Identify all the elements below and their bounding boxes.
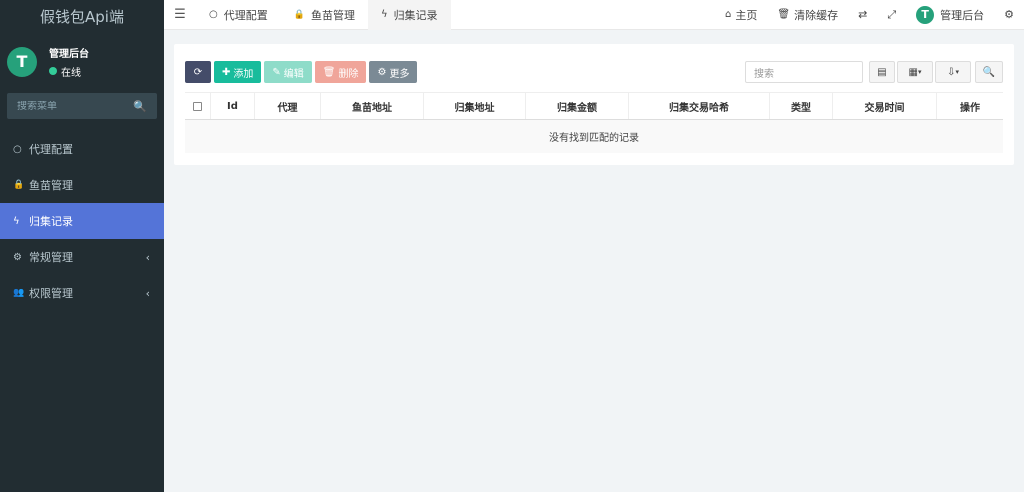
- lock-icon: 🔒: [13, 180, 25, 190]
- sidebar-menu: ○ 代理配置 🔒 鱼苗管理 ϟ 归集记录 ⚙ 常规管理 ‹ 👥 权限管理 ‹: [0, 131, 164, 311]
- clear-cache-label: 清除缓存: [794, 8, 839, 22]
- column-header[interactable]: Id: [211, 93, 255, 119]
- select-all-checkbox[interactable]: [193, 101, 202, 111]
- header-right: ⌂ 主页 🗑 清除缓存 ⇄ ⤢ T 管理后台 ⚙: [715, 0, 1024, 30]
- tab-fish-management[interactable]: 🔒 鱼苗管理: [281, 0, 368, 30]
- tab-proxy-config[interactable]: ○ 代理配置: [196, 0, 281, 30]
- top-header: ☰ ○ 代理配置 🔒 鱼苗管理 ϟ 归集记录 ⌂ 主页 🗑 清除缓存 ⇄ ⤢ T…: [164, 0, 1024, 30]
- tab-collection-records[interactable]: ϟ 归集记录: [367, 0, 451, 30]
- fullscreen-icon: ⤢: [887, 7, 897, 21]
- sidebar-item-fish-management[interactable]: 🔒 鱼苗管理: [0, 167, 164, 203]
- plus-icon: ✚: [222, 66, 231, 78]
- cogs-icon: ⚙: [1004, 8, 1014, 21]
- delete-label: 删除: [338, 68, 359, 80]
- empty-message: 没有找到匹配的记录: [185, 120, 1003, 153]
- translate-button[interactable]: ⇄: [848, 0, 877, 30]
- hamburger-icon[interactable]: ☰: [164, 7, 196, 22]
- edit-label: 编辑: [283, 68, 304, 80]
- table-search-input[interactable]: 搜索: [745, 61, 863, 83]
- search-icon: 🔍: [982, 66, 996, 78]
- tab-label: 归集记录: [393, 8, 438, 22]
- delete-button[interactable]: 🗑 删除: [314, 61, 367, 83]
- column-header[interactable]: 归集交易哈希: [629, 93, 770, 119]
- add-button[interactable]: ✚ 添加: [214, 61, 262, 83]
- home-link[interactable]: ⌂ 主页: [715, 0, 767, 30]
- records-table: Id 代理 鱼苗地址 归集地址 归集金额 归集交易哈希 类型 交易时间 操作 没…: [185, 92, 1003, 153]
- status-dot-icon: [49, 67, 57, 75]
- clear-cache-button[interactable]: 🗑 清除缓存: [767, 0, 848, 30]
- sidebar-item-label: 鱼苗管理: [29, 179, 73, 192]
- more-label: 更多: [389, 68, 410, 80]
- column-header[interactable]: 归集地址: [424, 93, 526, 119]
- search-toggle-button[interactable]: 🔍: [975, 61, 1003, 83]
- more-button[interactable]: ⚙ 更多: [369, 61, 418, 83]
- tab-label: 代理配置: [223, 8, 268, 22]
- toggle-view-button[interactable]: ▤: [869, 61, 895, 83]
- table-view-icon: ▤: [877, 66, 887, 78]
- admin-label: 管理后台: [940, 8, 985, 22]
- users-icon: 👥: [13, 288, 25, 298]
- circle-icon: ○: [209, 9, 218, 20]
- home-icon: ⌂: [725, 9, 732, 20]
- sidebar-item-proxy-config[interactable]: ○ 代理配置: [0, 131, 164, 167]
- sidebar-item-label: 常规管理: [29, 251, 73, 264]
- sidebar-item-collection-records[interactable]: ϟ 归集记录: [0, 203, 164, 239]
- chevron-left-icon: ‹: [145, 250, 150, 264]
- table-header: Id 代理 鱼苗地址 归集地址 归集金额 归集交易哈希 类型 交易时间 操作: [185, 92, 1003, 120]
- content-panel: ⟳ ✚ 添加 ✎ 编辑 🗑 删除 ⚙ 更多 搜索 ▤ ▦ ▾ ⇩ ▾ 🔍 Id …: [174, 44, 1014, 165]
- sidebar: 假钱包Api端 T 管理后台 在线 🔍 ○ 代理配置 🔒 鱼苗管理 ϟ 归集记录…: [0, 0, 164, 492]
- translate-icon: ⇄: [858, 8, 868, 21]
- select-all-cell: [185, 93, 211, 119]
- cog-icon: ⚙: [377, 66, 387, 78]
- refresh-button[interactable]: ⟳: [185, 61, 211, 83]
- avatar: T: [7, 46, 37, 77]
- caret-down-icon: ▾: [917, 68, 922, 76]
- sidebar-item-label: 权限管理: [29, 287, 73, 300]
- cogs-icon: ⚙: [13, 251, 22, 263]
- fullscreen-button[interactable]: ⤢: [877, 0, 906, 30]
- export-button[interactable]: ⇩ ▾: [935, 61, 971, 83]
- lock-icon: 🔒: [293, 9, 305, 20]
- pencil-icon: ✎: [272, 66, 281, 78]
- column-header[interactable]: 类型: [770, 93, 833, 119]
- admin-user-menu[interactable]: T 管理后台: [906, 0, 994, 30]
- settings-button[interactable]: ⚙: [994, 0, 1024, 30]
- circle-icon: ○: [13, 143, 22, 155]
- trash-icon: 🗑: [777, 9, 791, 20]
- sidebar-item-general-management[interactable]: ⚙ 常规管理 ‹: [0, 239, 164, 275]
- sidebar-search-input[interactable]: [17, 100, 127, 112]
- avatar: T: [916, 5, 935, 24]
- sidebar-search: 🔍: [7, 93, 157, 119]
- edit-button[interactable]: ✎ 编辑: [264, 61, 312, 83]
- export-icon: ⇩: [947, 66, 956, 78]
- tab-label: 鱼苗管理: [310, 8, 355, 22]
- brand-title[interactable]: 假钱包Api端: [0, 0, 164, 33]
- user-status: 在线: [49, 64, 89, 79]
- search-icon[interactable]: 🔍: [133, 100, 147, 113]
- sidebar-item-label: 归集记录: [29, 215, 73, 228]
- trash-icon: 🗑: [322, 66, 336, 78]
- column-header[interactable]: 交易时间: [833, 93, 937, 119]
- column-header[interactable]: 鱼苗地址: [321, 93, 424, 119]
- status-text: 在线: [61, 67, 81, 79]
- column-header[interactable]: 操作: [937, 93, 1003, 119]
- grid-icon: ▦: [908, 66, 918, 78]
- column-header[interactable]: 归集金额: [526, 93, 629, 119]
- column-header[interactable]: 代理: [255, 93, 321, 119]
- toolbar-right: 搜索 ▤ ▦ ▾ ⇩ ▾ 🔍: [745, 61, 1003, 83]
- toolbar: ⟳ ✚ 添加 ✎ 编辑 🗑 删除 ⚙ 更多: [185, 61, 420, 83]
- chevron-left-icon: ‹: [145, 286, 150, 300]
- sidebar-item-permission-management[interactable]: 👥 权限管理 ‹: [0, 275, 164, 311]
- columns-button[interactable]: ▦ ▾: [897, 61, 933, 83]
- bolt-icon: ϟ: [380, 9, 388, 20]
- refresh-icon: ⟳: [193, 66, 203, 78]
- sidebar-item-label: 代理配置: [29, 143, 73, 156]
- caret-down-icon: ▾: [955, 68, 959, 76]
- add-label: 添加: [233, 68, 254, 80]
- bolt-icon: ϟ: [13, 215, 20, 227]
- home-label: 主页: [735, 8, 758, 22]
- user-name: 管理后台: [49, 48, 89, 60]
- user-panel: T 管理后台 在线: [0, 39, 164, 84]
